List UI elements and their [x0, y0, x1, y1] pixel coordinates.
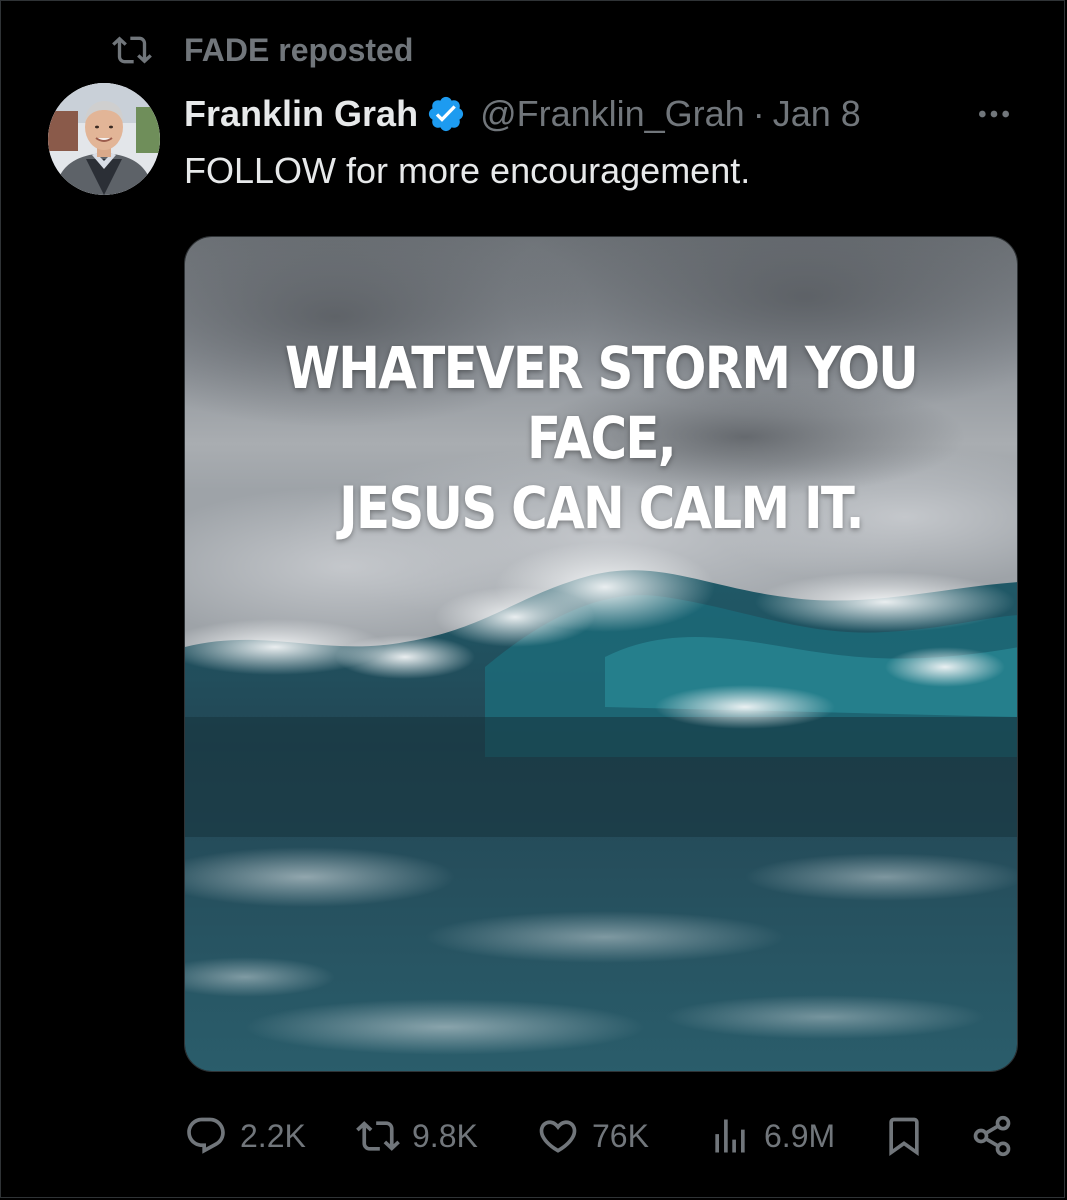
share-icon — [973, 1115, 1011, 1157]
more-options-button[interactable] — [964, 88, 1024, 140]
tweet-media-image[interactable]: WHATEVER STORM YOU FACE, JESUS CAN CALM … — [184, 236, 1018, 1072]
media-caption-line-1: WHATEVER STORM YOU FACE, — [284, 334, 919, 472]
share-button[interactable] — [970, 1108, 1014, 1164]
heart-icon — [539, 1120, 577, 1153]
user-handle[interactable]: @Franklin_Grah — [480, 93, 745, 135]
repost-button[interactable]: 9.8K — [356, 1108, 478, 1164]
reply-button[interactable]: 2.2K — [184, 1108, 306, 1164]
more-options-icon — [979, 110, 1009, 118]
views-count: 6.9M — [764, 1117, 836, 1154]
views-button[interactable]: 6.9M — [708, 1108, 835, 1164]
display-name[interactable]: Franklin Grah — [184, 93, 418, 135]
user-avatar[interactable] — [48, 83, 160, 195]
repost-icon — [112, 36, 152, 64]
media-caption: WHATEVER STORM YOU FACE, JESUS CAN CALM … — [243, 333, 959, 543]
repost-count: 9.8K — [412, 1117, 478, 1154]
views-chart-icon — [715, 1119, 745, 1153]
repost-icon — [356, 1121, 400, 1151]
tweet-action-bar: 2.2K 9.8K 76K 6.9M — [184, 1108, 1024, 1164]
separator-dot: · — [752, 93, 765, 134]
reply-count: 2.2K — [240, 1117, 306, 1154]
like-count: 76K — [592, 1117, 649, 1154]
repost-indicator[interactable]: FADE reposted — [112, 30, 413, 70]
bookmark-button[interactable] — [882, 1108, 926, 1164]
tweet-header: Franklin Grah @Franklin_Grah · Jan 8 — [184, 88, 1024, 140]
tweet-date[interactable]: Jan 8 — [773, 93, 861, 135]
repost-indicator-text: FADE reposted — [184, 31, 414, 68]
reply-icon — [187, 1117, 225, 1154]
tweet-text: FOLLOW for more encouragement. — [184, 150, 751, 191]
media-caption-line-2: JESUS CAN CALM IT. — [339, 474, 864, 542]
verified-badge-icon — [428, 96, 464, 132]
bookmark-icon — [889, 1117, 919, 1157]
avatar-image — [48, 83, 160, 195]
like-button[interactable]: 76K — [536, 1108, 649, 1164]
